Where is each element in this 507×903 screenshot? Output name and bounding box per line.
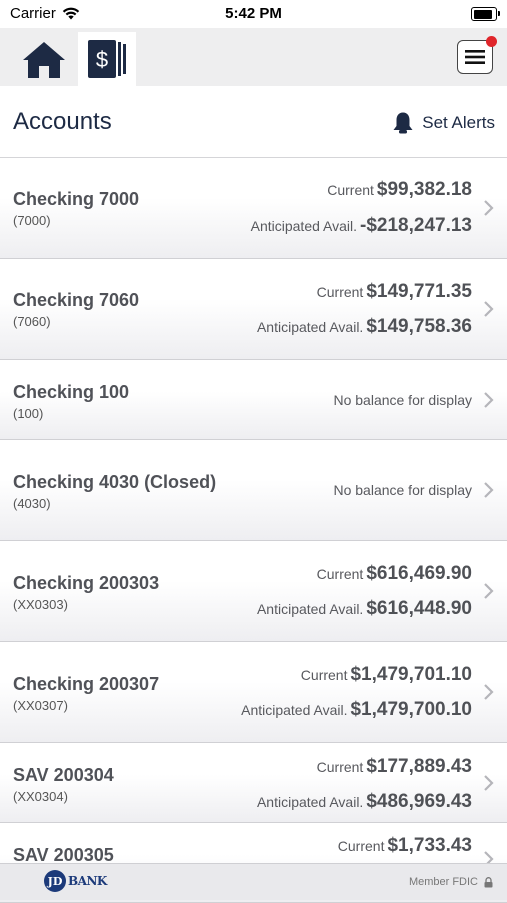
no-balance-message: No balance for display — [333, 392, 472, 408]
current-balance: $1,733.43 — [387, 835, 472, 856]
member-fdic-label: Member FDIC — [408, 876, 478, 888]
svg-text:$: $ — [96, 47, 108, 72]
account-number: (7060) — [13, 314, 51, 329]
page-title: Accounts — [13, 108, 112, 135]
bell-icon — [393, 112, 413, 134]
anticipated-balance: -$218,247.13 — [360, 215, 472, 236]
anticipated-label: Anticipated Avail. — [241, 702, 348, 718]
menu-button[interactable] — [457, 36, 497, 74]
footer-bar: JD BANK Member FDIC — [0, 863, 507, 900]
current-balance: $149,771.35 — [366, 281, 472, 302]
set-alerts-label: Set Alerts — [422, 113, 495, 132]
current-balance: $1,479,701.10 — [350, 664, 472, 685]
account-name: Checking 7000 — [13, 189, 140, 209]
chevron-right-icon — [484, 482, 494, 498]
current-label: Current — [316, 566, 364, 582]
current-label: Current — [316, 284, 364, 300]
status-time: 5:42 PM — [225, 5, 282, 22]
anticipated-balance-line: Anticipated Avail. $616,448.90 — [257, 598, 472, 620]
account-name: Checking 7060 — [13, 290, 140, 310]
lock-icon — [484, 876, 493, 887]
anticipated-label: Anticipated Avail. — [256, 794, 364, 810]
account-name: Checking 4030 (Closed) — [13, 472, 217, 492]
page-header: Accounts Set Alerts — [0, 86, 507, 158]
anticipated-balance-line: Anticipated Avail. -$218,247.13 — [251, 215, 472, 237]
account-name: Checking 100 — [13, 382, 130, 402]
account-number: (7000) — [13, 213, 51, 228]
account-name: Checking 200303 — [13, 573, 160, 593]
anticipated-balance-line: Anticipated Avail. $486,969.43 — [257, 791, 472, 813]
notification-badge — [486, 36, 497, 47]
current-balance: $99,382.18 — [376, 179, 472, 200]
current-label: Current — [337, 838, 385, 854]
account-row[interactable]: Checking 7060 (7060) Current $149,771.35… — [0, 259, 507, 360]
chevron-right-icon — [484, 684, 494, 700]
home-button[interactable] — [14, 38, 74, 82]
account-row[interactable]: SAV 200304 (XX0304) Current $177,889.43 … — [0, 743, 507, 823]
bank-logo-mark: JD — [44, 870, 66, 892]
chevron-right-icon — [484, 775, 494, 791]
home-icon — [23, 42, 65, 78]
account-number: (XX0307) — [13, 698, 68, 713]
hamburger-menu-icon — [465, 50, 485, 64]
accounts-tab-button[interactable]: $ — [78, 32, 136, 86]
anticipated-balance: $486,969.43 — [366, 791, 472, 812]
account-row[interactable]: Checking 7000 (7000) Current $99,382.18 … — [0, 158, 507, 259]
current-balance: $177,889.43 — [366, 756, 472, 777]
account-number: (XX0304) — [13, 789, 68, 804]
account-number: (4030) — [13, 496, 51, 511]
account-number: (100) — [13, 406, 44, 421]
top-nav-bar: $ — [0, 28, 507, 86]
anticipated-balance: $1,479,700.10 — [350, 699, 472, 720]
account-number: (XX0303) — [13, 597, 68, 612]
account-name: SAV 200304 — [13, 765, 114, 785]
bank-logo-text: BANK — [68, 874, 107, 888]
current-label: Current — [327, 182, 374, 198]
anticipated-balance: $616,448.90 — [366, 598, 472, 619]
anticipated-label: Anticipated Avail. — [256, 319, 364, 335]
status-bar: Carrier 5:42 PM — [0, 0, 507, 28]
chevron-right-icon — [484, 583, 494, 599]
current-balance-line: Current $177,889.43 — [317, 756, 472, 778]
anticipated-balance: $149,758.36 — [366, 316, 472, 337]
account-row[interactable]: Checking 200303 (XX0303) Current $616,46… — [0, 541, 507, 642]
current-label: Current — [300, 667, 348, 683]
current-balance-line: Current $149,771.35 — [317, 281, 472, 303]
current-balance-line: Current $99,382.18 — [327, 179, 472, 201]
anticipated-balance-line: Anticipated Avail. $149,758.36 — [257, 316, 472, 338]
current-balance: $616,469.90 — [366, 563, 472, 584]
current-label: Current — [316, 759, 364, 775]
account-name: Checking 200307 — [13, 674, 160, 694]
current-balance-line: Current $1,733.43 — [338, 835, 472, 857]
current-balance-line: Current $1,479,701.10 — [301, 664, 472, 686]
account-row[interactable]: Checking 4030 (Closed) (4030) No balance… — [0, 440, 507, 541]
set-alerts-button[interactable]: Set Alerts — [391, 111, 495, 135]
chevron-right-icon — [484, 200, 494, 216]
bank-logo: JD BANK — [44, 870, 107, 892]
member-fdic: Member FDIC — [409, 876, 493, 888]
account-row[interactable]: Checking 200307 (XX0307) Current $1,479,… — [0, 642, 507, 743]
battery-icon — [471, 7, 500, 21]
dollar-card-icon: $ — [88, 40, 126, 78]
current-balance-line: Current $616,469.90 — [317, 563, 472, 585]
anticipated-label: Anticipated Avail. — [250, 218, 357, 234]
anticipated-label: Anticipated Avail. — [256, 601, 364, 617]
chevron-right-icon — [484, 392, 494, 408]
chevron-right-icon — [484, 301, 494, 317]
no-balance-message: No balance for display — [333, 482, 472, 498]
anticipated-balance-line: Anticipated Avail. $1,479,700.10 — [241, 699, 472, 721]
account-row[interactable]: Checking 100 (100) No balance for displa… — [0, 360, 507, 440]
